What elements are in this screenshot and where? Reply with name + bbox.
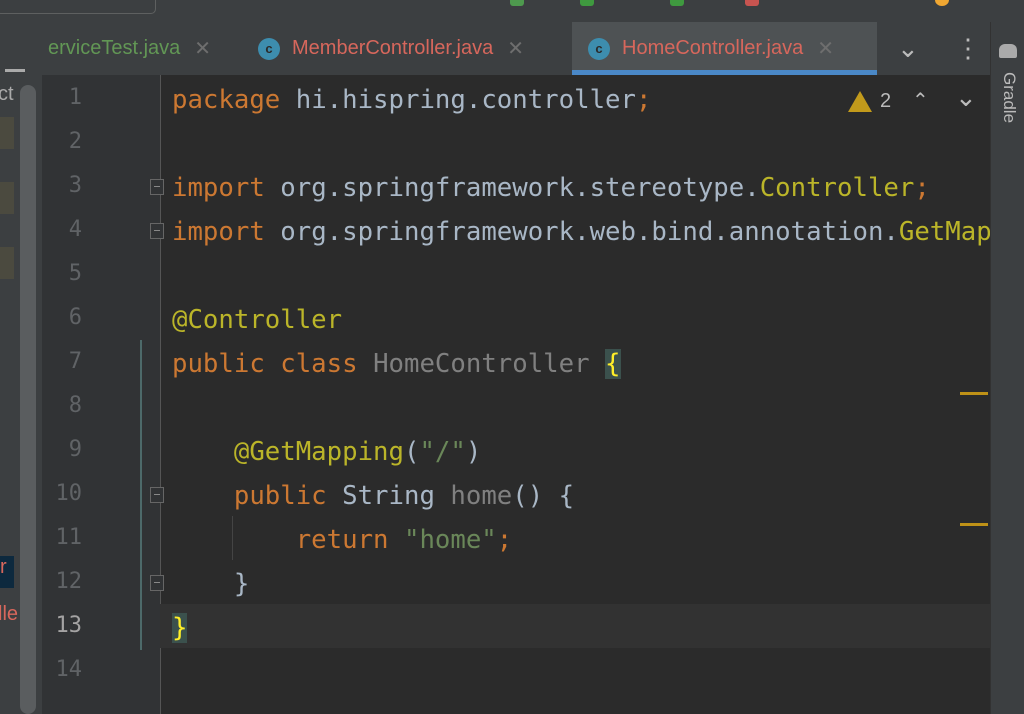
code-token: ) xyxy=(465,437,482,467)
code-line: } xyxy=(172,562,249,606)
code-line: @Controller xyxy=(172,298,342,342)
collapse-icon[interactable] xyxy=(5,69,25,72)
code-token: ; xyxy=(496,525,513,555)
fold-icon[interactable] xyxy=(150,487,164,503)
tab-homecontroller[interactable]: c HomeController.java ✕ xyxy=(572,22,877,75)
code-line: } xyxy=(172,606,188,650)
run-icon[interactable] xyxy=(580,0,594,6)
code-editor[interactable]: package hi.hispring.controller; import or… xyxy=(160,75,990,714)
line-number: 14 xyxy=(55,657,83,682)
fold-icon[interactable] xyxy=(150,223,164,239)
line-number: 8 xyxy=(68,393,82,418)
code-line: import org.springframework.web.bind.anno… xyxy=(172,210,990,254)
more-options-icon[interactable]: ⋮ xyxy=(955,22,981,75)
code-token: org.springframework.web.bind.annotation. xyxy=(280,217,899,247)
tab-servicetest[interactable]: erviceTest.java ✕ xyxy=(44,22,248,75)
line-number: 3 xyxy=(68,173,82,198)
tab-label: MemberController.java xyxy=(292,37,494,59)
previous-highlight-icon[interactable]: ⌃ xyxy=(912,88,929,113)
code-token: GetMapping xyxy=(898,217,990,247)
code-token: } xyxy=(172,613,188,643)
warning-icon xyxy=(848,91,872,112)
code-line: @GetMapping("/") xyxy=(172,430,481,474)
code-token: import xyxy=(172,173,281,203)
code-token: "home" xyxy=(403,525,497,555)
code-token: } xyxy=(172,569,250,599)
code-token: Controller xyxy=(759,173,915,203)
class-icon: c xyxy=(588,37,610,60)
class-icon: c xyxy=(258,37,280,60)
line-number: 12 xyxy=(55,569,83,594)
line-number: 6 xyxy=(68,305,82,330)
code-token: hi.hispring.controller xyxy=(295,85,636,115)
warning-stripe[interactable] xyxy=(960,392,988,395)
code-line: import org.springframework.stereotype.Co… xyxy=(172,166,930,210)
code-line: public class HomeController { xyxy=(172,342,621,386)
code-token: String xyxy=(342,481,451,511)
show-all-tabs-icon[interactable]: ⌄ xyxy=(897,22,919,75)
close-icon[interactable]: ✕ xyxy=(817,36,834,61)
highlight-row xyxy=(0,182,14,214)
code-line: public String home() { xyxy=(172,474,574,518)
gradle-tool-button[interactable]: Gradle xyxy=(999,72,1019,123)
line-number: 9 xyxy=(68,437,82,462)
tab-label: erviceTest.java xyxy=(48,37,181,59)
scrollbar[interactable] xyxy=(20,85,36,714)
fold-icon[interactable] xyxy=(150,179,164,195)
change-marker xyxy=(140,340,142,650)
line-number: 7 xyxy=(68,349,82,374)
warning-stripe[interactable] xyxy=(960,523,988,526)
line-number: 11 xyxy=(55,525,83,550)
code-token: ; xyxy=(914,173,930,203)
code-token: public class xyxy=(172,349,374,379)
right-tool-bar: Gradle xyxy=(990,22,1024,714)
run-configuration-selector[interactable] xyxy=(0,0,156,14)
code-token: HomeController xyxy=(373,349,606,379)
code-token: () { xyxy=(512,481,575,511)
editor-tabs: erviceTest.java ✕ c MemberController.jav… xyxy=(0,22,990,76)
inspection-widget[interactable]: 2 xyxy=(848,90,891,113)
stop-icon[interactable] xyxy=(745,0,759,6)
line-number: 5 xyxy=(68,261,82,286)
build-icon[interactable] xyxy=(510,0,524,6)
code-token: ( xyxy=(403,437,420,467)
next-highlight-icon[interactable]: ⌄ xyxy=(955,82,977,113)
code-token: "/" xyxy=(419,437,466,467)
code-token: return xyxy=(172,525,404,555)
tree-item[interactable]: r xyxy=(0,556,14,588)
line-number: 10 xyxy=(55,481,83,506)
tab-label: HomeController.java xyxy=(622,37,804,59)
warning-count: 2 xyxy=(880,90,892,112)
close-icon[interactable]: ✕ xyxy=(194,36,211,61)
code-token: { xyxy=(605,349,621,379)
line-number: 1 xyxy=(68,85,82,110)
debug-icon[interactable] xyxy=(670,0,684,6)
close-icon[interactable]: ✕ xyxy=(507,36,524,61)
line-number: 13 xyxy=(55,613,83,638)
code-token: public xyxy=(172,481,343,511)
code-token: home xyxy=(450,481,513,511)
fold-icon[interactable] xyxy=(150,575,164,591)
highlight-row xyxy=(0,247,14,279)
line-number: 4 xyxy=(68,217,82,242)
code-token: org.springframework.stereotype. xyxy=(280,173,760,203)
tree-item[interactable]: lle xyxy=(0,603,18,626)
panel-title-fragment: ct xyxy=(0,83,14,105)
project-panel: ct r lle xyxy=(0,75,42,714)
tab-membercontroller[interactable]: c MemberController.java ✕ xyxy=(258,22,568,75)
current-line-highlight xyxy=(160,604,990,648)
code-token: @GetMapping xyxy=(172,437,404,467)
highlight-row xyxy=(0,117,14,149)
code-token: package xyxy=(172,85,296,115)
main-toolbar xyxy=(0,0,1024,23)
update-icon[interactable] xyxy=(935,0,949,6)
code-line: return "home"; xyxy=(172,518,513,562)
code-token: ; xyxy=(635,85,652,115)
code-line: package hi.hispring.controller; xyxy=(172,78,651,122)
elephant-icon xyxy=(999,44,1017,58)
code-token: @Controller xyxy=(172,305,343,335)
line-number: 2 xyxy=(68,129,82,154)
code-token: import xyxy=(172,217,281,247)
